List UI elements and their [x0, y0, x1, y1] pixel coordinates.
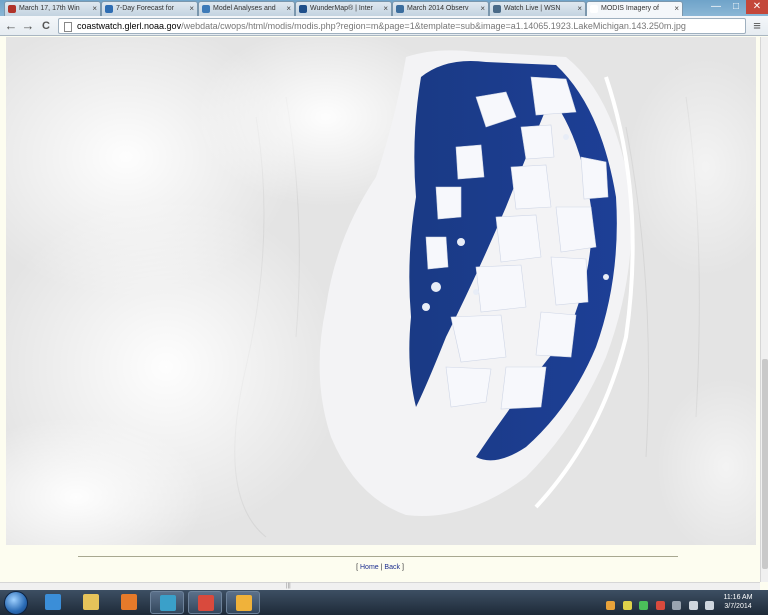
browser-tab[interactable]: Watch Live | WSN × — [489, 1, 586, 16]
tab-label: WunderMap® | Inter — [310, 5, 373, 12]
chrome-icon — [198, 595, 214, 611]
horizontal-rule — [78, 556, 678, 557]
clock-time: 11:16 AM — [723, 594, 753, 601]
modis-satellite-image — [6, 37, 756, 545]
footer-navigation: [ Home | Back ] — [0, 564, 760, 571]
browser-tab[interactable]: March 2014 Observ × — [392, 1, 489, 16]
tray-icon[interactable] — [672, 601, 682, 610]
tab-label: 7-Day Forecast for — [116, 5, 174, 12]
taskbar-app[interactable] — [112, 591, 146, 614]
tab-label: Model Analyses and — [213, 5, 276, 12]
outlook-icon — [236, 595, 252, 611]
browser-toolbar: ← → C coastwatch.glerl.noaa.gov/webdata/… — [0, 16, 768, 36]
tray-icon[interactable] — [622, 601, 632, 610]
address-path: /webdata/cwops/html/modis/modis.php?regi… — [181, 21, 686, 31]
tray-icon[interactable] — [639, 601, 649, 610]
page-icon — [64, 22, 72, 32]
browser-tab[interactable]: MODIS Imagery of × — [586, 1, 683, 16]
browser-tab[interactable]: WunderMap® | Inter × — [295, 1, 392, 16]
start-button[interactable] — [4, 591, 28, 615]
tab-favicon-icon — [8, 5, 16, 13]
home-link[interactable]: Home — [360, 564, 379, 571]
footer-bracket-open: [ — [356, 564, 359, 571]
browser-tab-strip: March 17, 17th Win × 7-Day Forecast for × Mo… — [0, 0, 768, 16]
minimize-button[interactable]: — — [706, 0, 726, 14]
media-player-icon — [121, 594, 137, 610]
scrollbar-grip-icon[interactable]: ||| — [286, 583, 291, 589]
tab-close-icon[interactable]: × — [577, 4, 582, 13]
taskbar-app[interactable] — [36, 591, 70, 614]
forward-icon[interactable]: → — [20, 18, 36, 34]
maximize-button[interactable]: □ — [726, 0, 746, 14]
menu-icon[interactable]: ≡ — [750, 18, 764, 34]
windows-taskbar: 11:16 AM 3/7/2014 — [0, 590, 768, 615]
tray-icon[interactable] — [606, 601, 616, 610]
back-link[interactable]: Back — [384, 564, 400, 571]
reload-icon[interactable]: C — [38, 18, 54, 34]
tray-icon[interactable] — [655, 601, 665, 610]
taskbar-app[interactable] — [226, 591, 260, 614]
browser-tab[interactable]: March 17, 17th Win × — [4, 1, 101, 16]
address-host: coastwatch.glerl.noaa.gov — [77, 21, 182, 31]
tab-label: March 17, 17th Win — [19, 5, 80, 12]
system-clock[interactable]: 11:16 AM 3/7/2014 — [716, 593, 760, 611]
tab-favicon-icon — [396, 5, 404, 13]
network-icon[interactable] — [688, 601, 698, 610]
footer-bracket-close: ] — [401, 564, 404, 571]
tab-label: MODIS Imagery of — [601, 5, 659, 12]
back-icon[interactable]: ← — [3, 18, 19, 34]
tab-favicon-icon — [202, 5, 210, 13]
tab-label: March 2014 Observ — [407, 5, 469, 12]
taskbar-app[interactable] — [188, 591, 222, 614]
tab-close-icon[interactable]: × — [92, 4, 97, 13]
browser-tab[interactable]: Model Analyses and × — [198, 1, 295, 16]
volume-icon[interactable] — [705, 601, 714, 610]
tab-favicon-icon — [590, 5, 598, 13]
taskbar-app[interactable] — [150, 591, 184, 614]
tab-favicon-icon — [299, 5, 307, 13]
tab-favicon-icon — [493, 5, 501, 13]
taskbar-app[interactable] — [74, 591, 108, 614]
footer-separator: | — [380, 564, 383, 571]
tab-favicon-icon — [105, 5, 113, 13]
lake-michigan-image — [6, 37, 756, 545]
close-window-button[interactable]: ✕ — [746, 0, 768, 14]
address-bar[interactable]: coastwatch.glerl.noaa.gov/webdata/cwops/… — [58, 18, 746, 34]
tab-label: Watch Live | WSN — [504, 5, 561, 12]
tab-close-icon[interactable]: × — [189, 4, 194, 13]
scrollbar-thumb[interactable] — [762, 359, 768, 569]
page-viewport: [ Home | Back ] — [0, 37, 760, 582]
tab-close-icon[interactable]: × — [383, 4, 388, 13]
system-tray — [603, 597, 714, 610]
tab-close-icon[interactable]: × — [286, 4, 291, 13]
file-explorer-icon — [83, 594, 99, 610]
tab-close-icon[interactable]: × — [480, 4, 485, 13]
internet-explorer-icon — [45, 594, 61, 610]
horizontal-scrollbar[interactable]: ||| — [0, 582, 760, 590]
lync-icon — [160, 595, 176, 611]
vertical-scrollbar[interactable] — [760, 37, 768, 582]
browser-tab[interactable]: 7-Day Forecast for × — [101, 1, 198, 16]
tab-close-icon[interactable]: × — [674, 4, 679, 13]
clock-date: 3/7/2014 — [724, 603, 752, 610]
